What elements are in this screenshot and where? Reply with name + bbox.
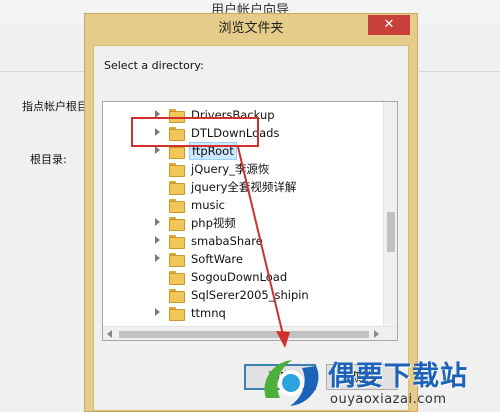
site-watermark: 偶要下载站 ouyaoxiazai.com <box>258 352 500 412</box>
watermark-url: ouyaoxiazai.com <box>330 392 447 407</box>
watermark-title: 偶要下载站 <box>328 361 468 392</box>
site-logo-icon <box>264 360 319 406</box>
annotation-arrow-icon <box>237 146 290 348</box>
